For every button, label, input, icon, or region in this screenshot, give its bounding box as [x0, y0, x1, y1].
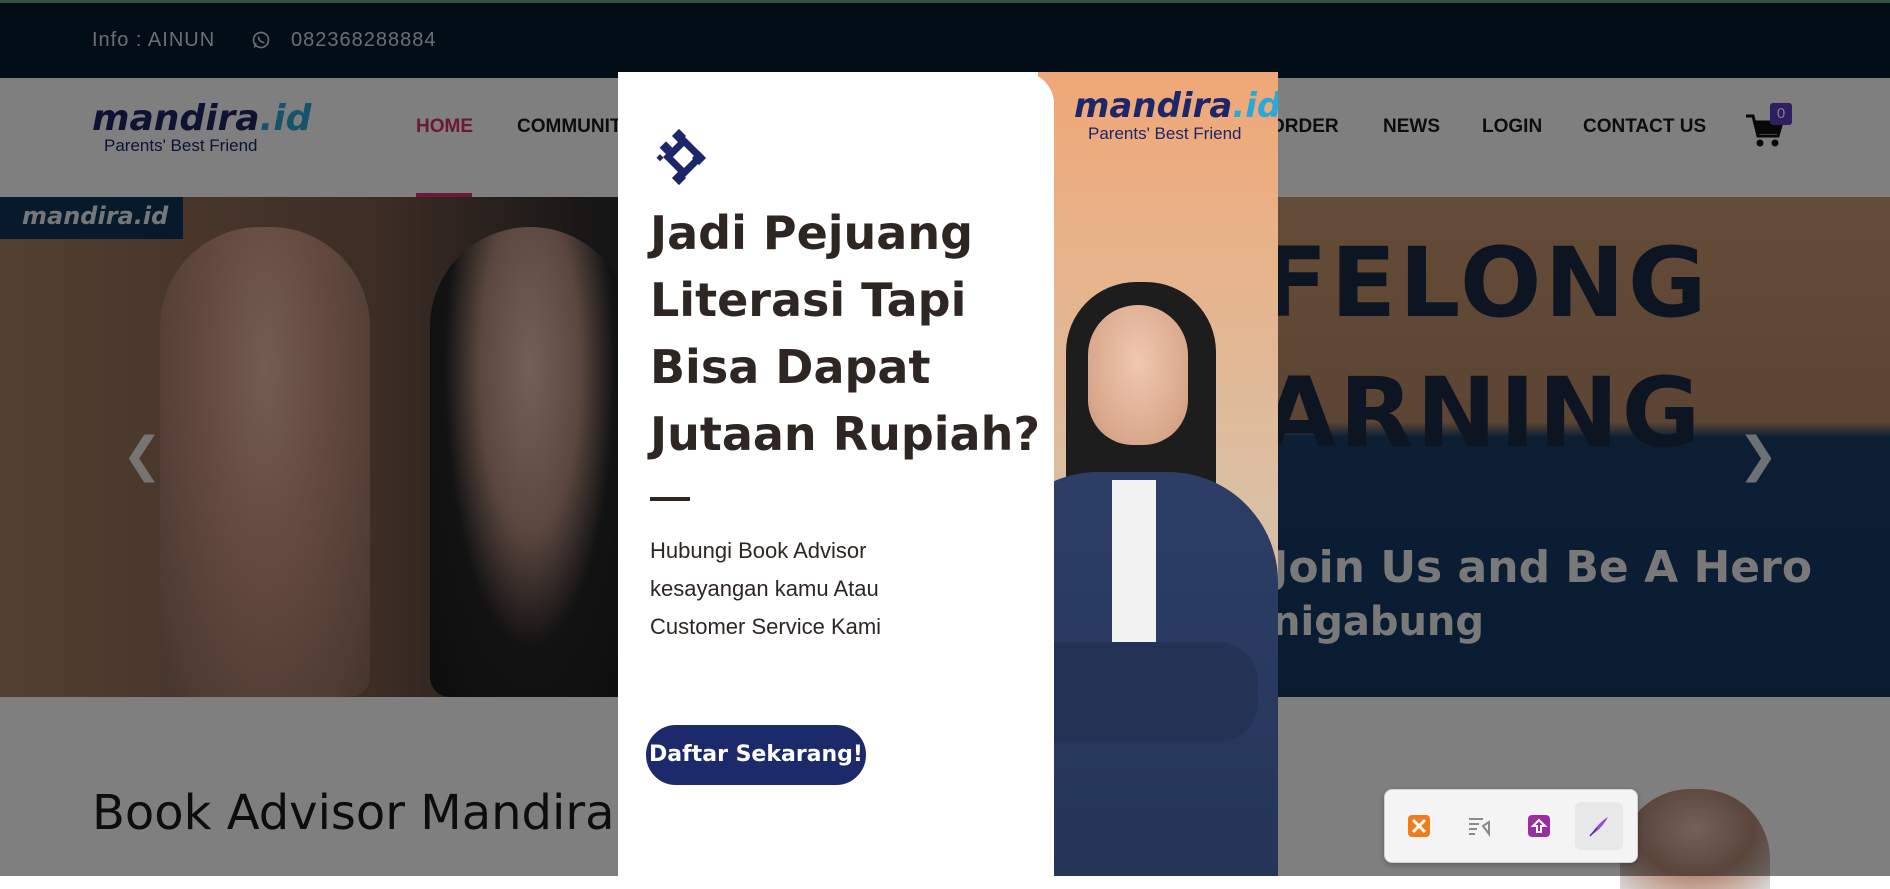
feather-pen-icon — [1589, 817, 1608, 837]
dock-item-list[interactable] — [1455, 802, 1503, 850]
diamond-logo-icon — [656, 128, 707, 186]
register-now-button[interactable]: Daftar Sekarang! — [646, 725, 866, 785]
floating-app-dock — [1384, 789, 1638, 863]
dock-item-feather[interactable] — [1575, 802, 1623, 850]
popup-title: Jadi Pejuang Literasi Tapi Bisa Dapat Ju… — [650, 206, 1041, 461]
popup-description: Hubungi Book Advisor kesayangan kamu Ata… — [650, 538, 882, 639]
upload-app-icon — [1528, 815, 1550, 837]
popup-divider — [650, 497, 690, 501]
popup-model-face — [1088, 305, 1188, 445]
popup-model-arms — [1018, 642, 1258, 742]
dock-item-upload[interactable] — [1515, 802, 1563, 850]
text-list-icon — [1469, 818, 1490, 837]
dock-item-xampp[interactable] — [1395, 802, 1443, 850]
popup-logo: mandira.id — [1074, 86, 1278, 126]
promo-popup[interactable]: mandira.id Parents' Best Friend Jadi Pej… — [618, 72, 1278, 876]
xampp-icon — [1408, 815, 1430, 837]
popup-logo-tagline: Parents' Best Friend — [1088, 124, 1242, 143]
